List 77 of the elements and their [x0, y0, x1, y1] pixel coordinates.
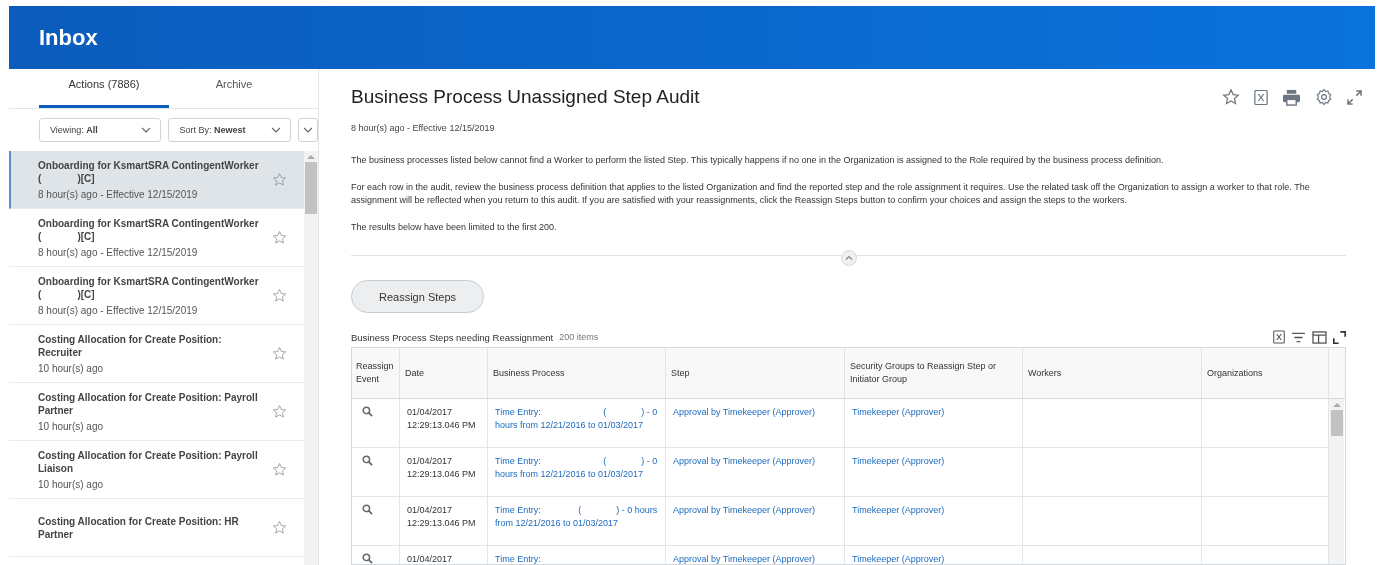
star-icon[interactable]: [272, 346, 287, 361]
tab[interactable]: Archive: [169, 69, 299, 108]
column-header[interactable]: Security Groups to Reassign Step or Initiator Group: [845, 348, 1023, 398]
column-header[interactable]: Step: [666, 348, 845, 398]
star-icon[interactable]: [272, 520, 287, 535]
effective-date: 8 hour(s) ago - Effective 12/15/2019: [351, 123, 496, 133]
scrollbar[interactable]: [1329, 399, 1344, 564]
description-text: For each row in the audit, review the business process definition that applies to the listed Organization and find the reported step and the role assignment it requires. Use the related task off the Organization to assign a worker to that role. The assignment will be reflected when you return to this audit. If you are satisfied with your reassignments, click the Reassign Steps button to confirm your choices and assign the steps to the workers.: [351, 180, 1311, 207]
search-icon[interactable]: [362, 455, 373, 466]
inbox-item[interactable]: Onboarding for KsmartSRA ContingentWorker ( )[C] 8 hour(s) ago - Effective 12/15/2019: [9, 151, 304, 209]
star-icon[interactable]: [272, 172, 287, 187]
column-header[interactable]: Workers: [1023, 348, 1202, 398]
table-title: Business Process Steps needing Reassignment: [351, 331, 554, 343]
star-icon[interactable]: [272, 230, 287, 245]
star-icon[interactable]: [272, 288, 287, 303]
item-title: Costing Allocation for Create Position: Payroll Liaison: [38, 448, 259, 475]
column-header[interactable]: Reassign Event: [352, 348, 400, 398]
filter-label: Viewing: All: [50, 125, 98, 135]
columns-icon[interactable]: [1312, 330, 1327, 344]
description-text: The business processes listed below cannot find a Worker to perform the listed Step. This typically happens if no one in the Organization is assigned to the Role required by the business process definition.: [351, 154, 1165, 167]
star-icon[interactable]: [1222, 88, 1240, 106]
step-link[interactable]: Approval by Timekeeper (Approver): [673, 504, 837, 517]
item-title: Costing Allocation for Create Position: HR Partner: [38, 514, 240, 541]
reassign-steps-button[interactable]: Reassign Steps: [351, 280, 484, 313]
step-link[interactable]: Approval by Timekeeper (Approver): [673, 406, 837, 419]
security-group-link[interactable]: Timekeeper (Approver): [852, 406, 1015, 419]
tab[interactable]: Actions (7886): [39, 69, 169, 108]
security-group-link[interactable]: Timekeeper (Approver): [852, 553, 1015, 564]
filter-label: Sort By: Newest: [179, 125, 246, 135]
settings-icon[interactable]: [1315, 88, 1333, 106]
description-text: The results below have been limited to the first 200.: [351, 220, 558, 234]
process-link[interactable]: Time Entry: ( ) - 0 hours from 12/21/2016 to 01/03/2017: [495, 455, 658, 481]
collapse-icon[interactable]: [840, 250, 857, 266]
process-link[interactable]: Time Entry: ( ) - 0 hours from 12/21/2016 to 01/03/2017: [495, 406, 658, 432]
chevron-down-icon: [302, 127, 313, 133]
search-icon[interactable]: [362, 406, 373, 417]
step-link[interactable]: Approval by Timekeeper (Approver): [673, 455, 837, 468]
print-icon[interactable]: [1282, 88, 1301, 106]
item-count: 200 items: [559, 332, 599, 342]
item-subtitle: 10 hour(s) ago: [38, 361, 105, 375]
filter-dropdown[interactable]: Sort By: Newest: [168, 118, 291, 142]
expand-icon[interactable]: [1333, 330, 1346, 344]
item-subtitle: 8 hour(s) ago - Effective 12/15/2019: [38, 187, 199, 201]
item-title: Onboarding for KsmartSRA ContingentWorker ( )[C]: [38, 274, 260, 301]
table-cell: 01/04/2017 12:29:13.046 PM: [407, 456, 476, 479]
star-icon[interactable]: [272, 404, 287, 419]
table-cell: 01/04/2017 12:29:13.046 PM: [407, 407, 476, 430]
item-subtitle: 8 hour(s) ago - Effective 12/15/2019: [38, 245, 199, 259]
table-cell: 01/04/2017: [407, 554, 453, 564]
process-link[interactable]: Time Entry:: [495, 553, 658, 564]
star-icon[interactable]: [272, 462, 287, 477]
item-subtitle: 8 hour(s) ago - Effective 12/15/2019: [38, 303, 199, 317]
security-group-link[interactable]: Timekeeper (Approver): [852, 504, 1015, 517]
detail-title: Business Process Unassigned Step Audit: [351, 86, 700, 108]
search-icon[interactable]: [362, 553, 373, 564]
scrollbar[interactable]: [304, 151, 318, 565]
column-header[interactable]: Organizations: [1202, 348, 1329, 398]
item-subtitle: 10 hour(s) ago: [38, 477, 105, 491]
filter-dropdown[interactable]: Viewing: All: [39, 118, 162, 142]
search-icon[interactable]: [362, 504, 373, 515]
spreadsheet-icon[interactable]: [1254, 88, 1268, 106]
security-group-link[interactable]: Timekeeper (Approver): [852, 455, 1015, 468]
chevron-down-icon: [141, 127, 152, 133]
item-title: Onboarding for KsmartSRA ContingentWorker ( )[C]: [38, 216, 260, 243]
process-link[interactable]: Time Entry: ( ) - 0 hours from 12/21/2016 to 01/03/2017: [495, 504, 658, 530]
item-title: Costing Allocation for Create Position: Recruiter: [38, 332, 223, 359]
item-subtitle: 10 hour(s) ago: [38, 419, 105, 433]
filter-icon[interactable]: [1291, 331, 1306, 343]
step-link[interactable]: Approval by Timekeeper (Approver): [673, 553, 837, 564]
item-title: Costing Allocation for Create Position: Payroll Partner: [38, 390, 259, 417]
spreadsheet-icon[interactable]: [1273, 330, 1285, 344]
chevron-down-icon: [270, 127, 281, 133]
table-cell: 01/04/2017 12:29:13.046 PM: [407, 505, 476, 528]
item-title: Onboarding for KsmartSRA ContingentWorker ( )[C]: [38, 158, 260, 185]
page-title: Inbox: [39, 24, 98, 51]
column-header[interactable]: Business Process: [488, 348, 666, 398]
column-header[interactable]: Date: [400, 348, 488, 398]
